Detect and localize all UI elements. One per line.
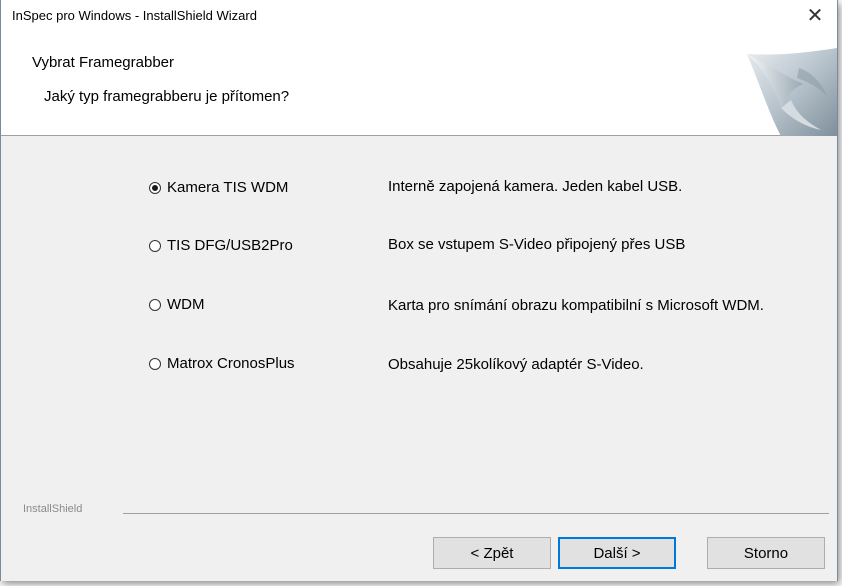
option-label[interactable]: Matrox CronosPlus [167,355,295,372]
title-bar: InSpec pro Windows - InstallShield Wizar… [1,0,837,30]
framegrabber-option-wdm[interactable]: WDM Karta pro snímání obrazu kompatibiln… [1,294,837,338]
option-description: Box se vstupem S-Video připojený přes US… [388,236,686,253]
option-label[interactable]: Kamera TIS WDM [167,179,288,196]
installshield-brand-label: InstallShield [23,503,83,515]
option-label[interactable]: TIS DFG/USB2Pro [167,237,293,254]
radio-matrox-cronosplus[interactable] [149,358,161,370]
back-button[interactable]: < Zpět [433,537,551,569]
cancel-button[interactable]: Storno [707,537,825,569]
option-label[interactable]: WDM [167,296,205,313]
framegrabber-option-tis-dfg-usb2pro[interactable]: TIS DFG/USB2Pro Box se vstupem S-Video p… [1,234,837,258]
close-icon: ✕ [806,3,824,27]
next-button[interactable]: Další > [558,537,676,569]
framegrabber-option-matrox-cronosplus[interactable]: Matrox CronosPlus Obsahuje 25kolíkový ad… [1,352,837,376]
installshield-wizard-window: InSpec pro Windows - InstallShield Wizar… [0,0,838,581]
page-title: Vybrat Framegrabber [32,54,175,71]
option-description: Obsahuje 25kolíkový adaptér S-Video. [388,356,644,373]
radio-tis-dfg-usb2pro[interactable] [149,240,161,252]
page-subtitle: Jaký typ framegrabberu je přítomen? [44,88,290,105]
framegrabber-option-kamera-tis-wdm[interactable]: Kamera TIS WDM Interně zapojená kamera. … [1,176,837,200]
footer-divider [123,513,829,514]
close-button[interactable]: ✕ [793,0,837,30]
window-title: InSpec pro Windows - InstallShield Wizar… [12,8,257,23]
option-description: Interně zapojená kamera. Jeden kabel USB… [388,178,683,195]
installshield-page-curl-icon [747,48,837,136]
radio-kamera-tis-wdm[interactable] [149,182,161,194]
radio-wdm[interactable] [149,299,161,311]
option-description: Karta pro snímání obrazu kompatibilní s … [388,297,764,314]
wizard-header: Vybrat Framegrabber Jaký typ framegrabbe… [1,30,837,136]
